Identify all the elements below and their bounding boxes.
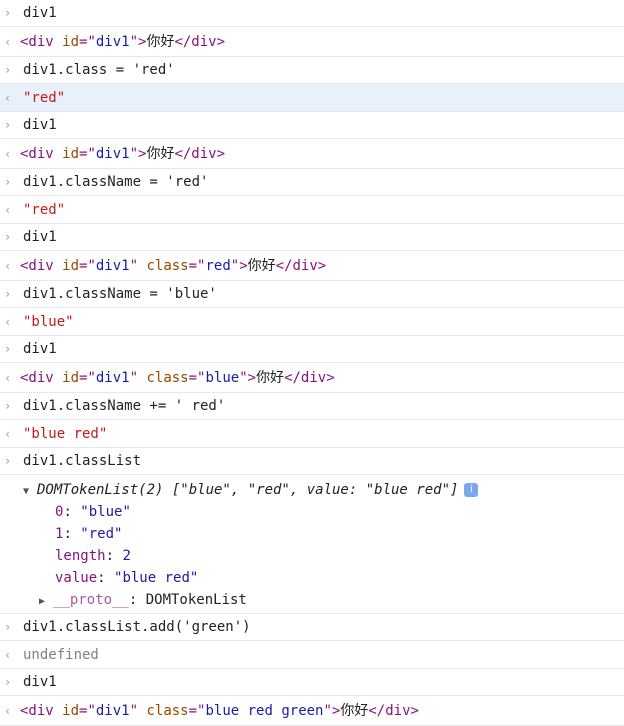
undefined-result: undefined xyxy=(23,647,99,663)
input-prompt-icon: › xyxy=(4,454,12,468)
command-text: div1.className += ' red' xyxy=(23,398,226,414)
string-result: "blue" xyxy=(23,314,74,330)
command-text: div1 xyxy=(23,117,57,133)
console-input-row[interactable]: › div1.className = 'blue' xyxy=(0,281,624,308)
command-text: div1.class = 'red' xyxy=(23,62,175,78)
input-prompt-icon: › xyxy=(4,675,12,689)
output-return-icon: ‹ xyxy=(4,648,12,662)
command-text: div1.classList xyxy=(23,453,142,469)
output-return-icon: ‹ xyxy=(4,91,12,105)
console-output-row[interactable]: ‹ "red" xyxy=(0,196,624,224)
attr-class-value: red xyxy=(205,258,231,274)
console-input-row[interactable]: › div1 xyxy=(0,336,624,363)
input-prompt-icon: › xyxy=(4,118,12,132)
element-text: 你好 xyxy=(340,703,369,719)
element-output[interactable]: <div id="div1" class="red">你好</div> xyxy=(20,258,326,274)
command-text: div1 xyxy=(23,229,57,245)
console-input-row[interactable]: › div1.class = 'red' xyxy=(0,57,624,84)
element-text: 你好 xyxy=(146,34,175,50)
element-output[interactable]: <div id="div1">你好</div> xyxy=(20,146,225,162)
string-result: "blue red" xyxy=(23,426,108,442)
tokenlist-prop: 0: "blue" xyxy=(55,504,131,520)
attr-id-value: div1 xyxy=(95,370,130,386)
info-icon[interactable]: i xyxy=(464,483,479,497)
input-prompt-icon: › xyxy=(4,175,12,189)
console-input-row[interactable]: › div1 xyxy=(0,669,624,696)
output-return-icon: ‹ xyxy=(4,259,12,273)
string-result: "red" xyxy=(23,202,66,218)
command-text: div1 xyxy=(23,341,57,357)
devtools-console: › div1 ‹ <div id="div1">你好</div> › div1.… xyxy=(0,0,624,726)
tokenlist-output: ▼ DOMTokenList(2) ["blue", "red", value: … xyxy=(0,475,624,614)
attr-class-value: blue xyxy=(205,370,240,386)
tokenlist-prop: value: "blue red" xyxy=(55,570,199,586)
attr-id-value: div1 xyxy=(95,703,130,719)
tokenlist-summary[interactable]: ▼ DOMTokenList(2) ["blue", "red", value: … xyxy=(23,479,624,501)
console-input-row[interactable]: › div1.classList.add('green') xyxy=(0,614,624,641)
output-return-icon: ‹ xyxy=(4,35,12,49)
output-return-icon: ‹ xyxy=(4,203,12,217)
console-input-row[interactable]: › div1 xyxy=(0,112,624,139)
input-prompt-icon: › xyxy=(4,230,12,244)
tokenlist-prop: 1: "red" xyxy=(55,526,123,542)
command-text: div1.className = 'red' xyxy=(23,174,209,190)
tokenlist-prop: length: 2 xyxy=(55,548,131,564)
console-output-row[interactable]: ‹ <div id="div1" class="red">你好</div> xyxy=(0,251,624,281)
console-input-row[interactable]: › div1.classList xyxy=(0,448,624,475)
console-input-row[interactable]: › div1.className += ' red' xyxy=(0,393,624,420)
collapse-triangle-icon[interactable]: ▶ xyxy=(39,591,53,613)
console-output-row[interactable]: ‹ "red" xyxy=(0,84,624,112)
output-return-icon: ‹ xyxy=(4,427,12,441)
attr-id-value: div1 xyxy=(95,34,130,50)
console-output-row[interactable]: ‹ <div id="div1">你好</div> xyxy=(0,27,624,57)
output-return-icon: ‹ xyxy=(4,371,12,385)
console-output-row[interactable]: ‹ <div id="div1">你好</div> xyxy=(0,139,624,169)
console-output-row[interactable]: ‹ <div id="div1" class="blue red green">… xyxy=(0,696,624,726)
output-return-icon: ‹ xyxy=(4,704,12,718)
output-return-icon: ‹ xyxy=(4,147,12,161)
string-result: "red" xyxy=(23,90,66,106)
command-text: div1.className = 'blue' xyxy=(23,286,217,302)
console-output-row[interactable]: ‹ "blue" xyxy=(0,308,624,336)
element-output[interactable]: <div id="div1" class="blue">你好</div> xyxy=(20,370,335,386)
console-output-row[interactable]: ‹ undefined xyxy=(0,641,624,669)
console-input-row[interactable]: › div1.className = 'red' xyxy=(0,169,624,196)
console-input-row[interactable]: › div1 xyxy=(0,0,624,27)
input-prompt-icon: › xyxy=(4,63,12,77)
element-text: 你好 xyxy=(256,370,285,386)
input-prompt-icon: › xyxy=(4,6,12,20)
element-text: 你好 xyxy=(247,258,276,274)
command-text: div1 xyxy=(23,5,57,21)
input-prompt-icon: › xyxy=(4,287,12,301)
expand-triangle-icon[interactable]: ▼ xyxy=(23,481,37,503)
element-output[interactable]: <div id="div1">你好</div> xyxy=(20,34,225,50)
command-text: div1 xyxy=(23,674,57,690)
attr-id-value: div1 xyxy=(95,258,130,274)
input-prompt-icon: › xyxy=(4,620,12,634)
command-text: div1.classList.add('green') xyxy=(23,619,251,635)
console-output-row[interactable]: ‹ "blue red" xyxy=(0,420,624,448)
element-text: 你好 xyxy=(146,146,175,162)
input-prompt-icon: › xyxy=(4,342,12,356)
output-return-icon: ‹ xyxy=(4,315,12,329)
element-output[interactable]: <div id="div1" class="blue red green">你好… xyxy=(20,703,419,719)
attr-class-value: blue red green xyxy=(205,703,324,719)
attr-id-value: div1 xyxy=(95,146,130,162)
tokenlist-head-text: DOMTokenList(2) ["blue", "red", value: "… xyxy=(37,482,459,498)
proto-row[interactable]: ▶ __proto__: DOMTokenList xyxy=(23,589,624,611)
input-prompt-icon: › xyxy=(4,399,12,413)
console-output-row[interactable]: ‹ <div id="div1" class="blue">你好</div> xyxy=(0,363,624,393)
console-input-row[interactable]: › div1 xyxy=(0,224,624,251)
